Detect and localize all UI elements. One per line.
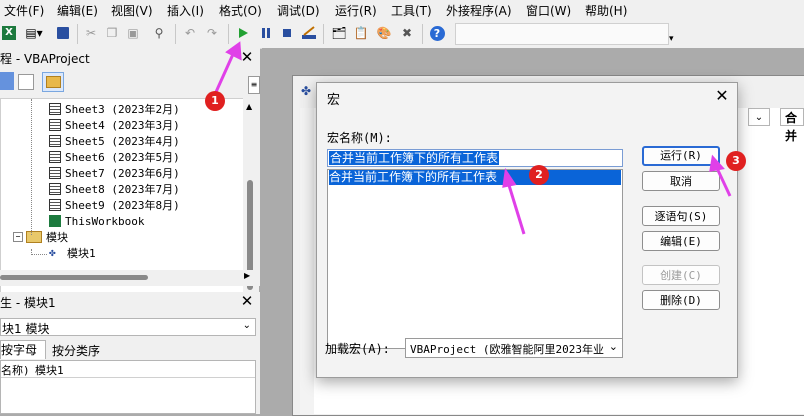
annotation-arrows [214, 41, 732, 235]
arrow-1 [214, 51, 236, 93]
annotation-marker-1: 1 [205, 91, 225, 111]
annotation-marker-2: 2 [529, 165, 549, 185]
arrow-1-head [225, 41, 242, 61]
arrow-2-head [502, 167, 517, 188]
arrow-3-head [709, 154, 725, 172]
annotation-marker-3: 3 [726, 151, 746, 171]
arrow-3 [714, 165, 732, 197]
arrow-2 [506, 181, 526, 235]
